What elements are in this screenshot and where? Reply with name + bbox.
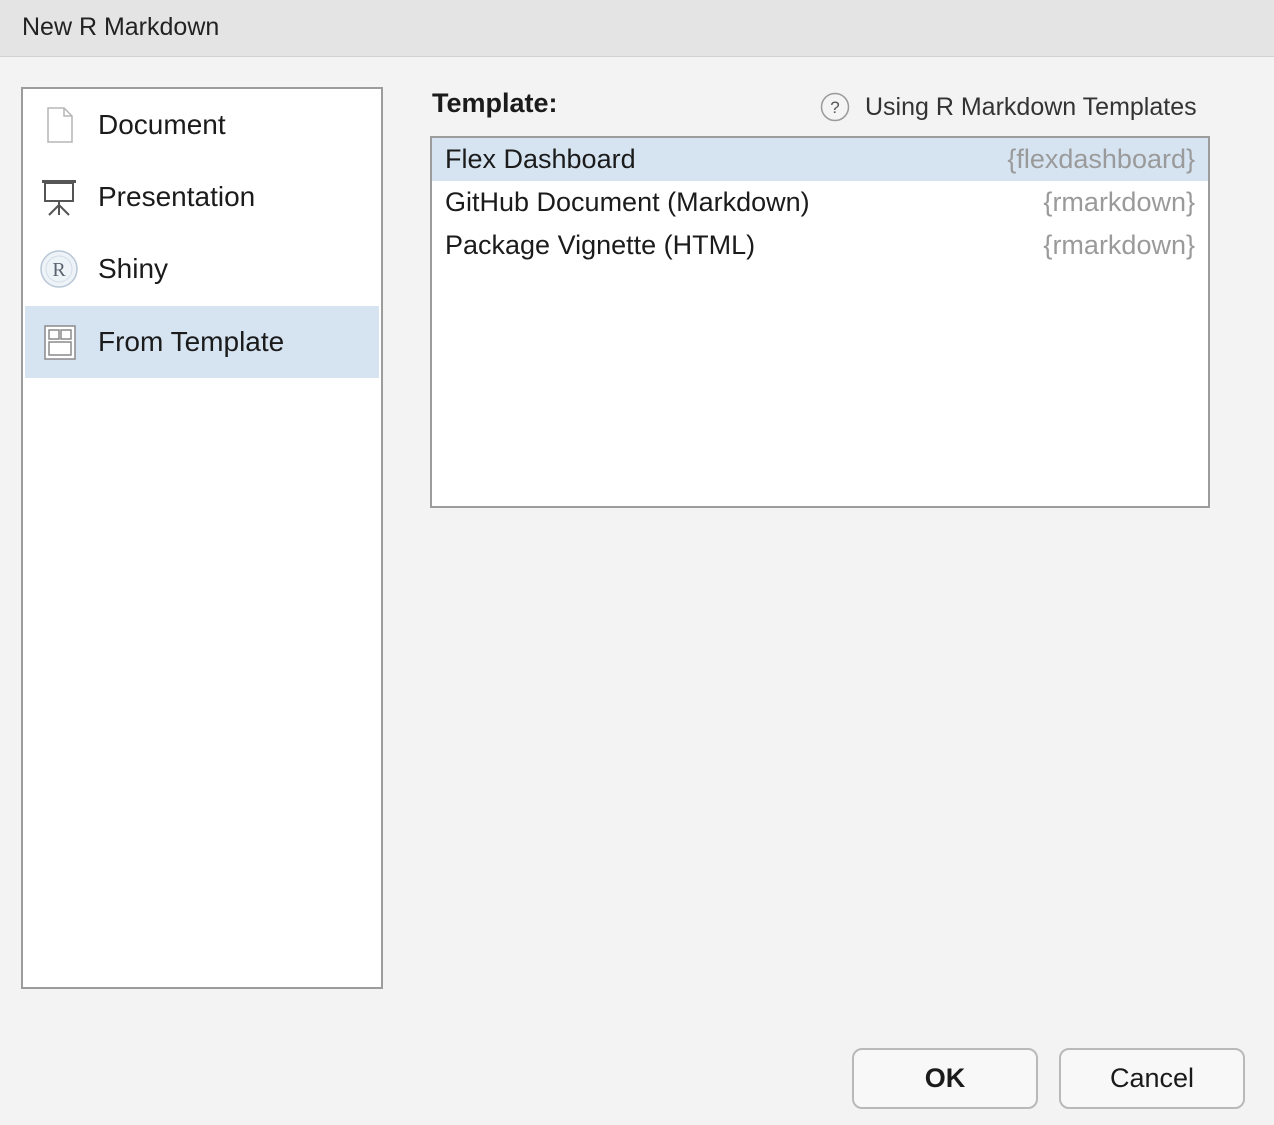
template-package: {rmarkdown} bbox=[1043, 187, 1195, 217]
sidebar-item-shiny[interactable]: R Shiny bbox=[25, 233, 379, 305]
template-list[interactable]: Flex Dashboard {flexdashboard} GitHub Do… bbox=[430, 136, 1210, 508]
dialog-title: New R Markdown bbox=[22, 13, 220, 41]
template-row-github-document[interactable]: GitHub Document (Markdown) {rmarkdown} bbox=[432, 181, 1208, 224]
sidebar-item-label: From Template bbox=[98, 326, 285, 357]
ok-button[interactable]: OK bbox=[852, 1048, 1038, 1109]
template-name: Flex Dashboard bbox=[445, 144, 636, 174]
svg-text:?: ? bbox=[830, 98, 839, 117]
sidebar-item-from-template[interactable]: From Template bbox=[25, 306, 379, 378]
presentation-icon bbox=[42, 180, 76, 216]
help-link-label[interactable]: Using R Markdown Templates bbox=[865, 93, 1197, 122]
question-icon: ? bbox=[820, 92, 850, 122]
sidebar-item-label: Document bbox=[98, 109, 226, 140]
template-heading: Template: bbox=[432, 88, 558, 118]
template-row-package-vignette[interactable]: Package Vignette (HTML) {rmarkdown} bbox=[432, 224, 1208, 267]
sidebar-item-document[interactable]: Document bbox=[25, 89, 379, 161]
sidebar-item-presentation[interactable]: Presentation bbox=[25, 161, 379, 233]
template-icon bbox=[44, 325, 76, 360]
templates-help-link[interactable]: ? Using R Markdown Templates bbox=[820, 90, 1212, 124]
svg-text:R: R bbox=[52, 259, 66, 281]
dialog-titlebar: New R Markdown bbox=[0, 0, 1274, 57]
template-name: Package Vignette (HTML) bbox=[445, 230, 756, 260]
template-package: {rmarkdown} bbox=[1043, 230, 1195, 260]
template-name: GitHub Document (Markdown) bbox=[445, 187, 810, 217]
template-package: {flexdashboard} bbox=[1007, 144, 1195, 174]
cancel-button[interactable]: Cancel bbox=[1059, 1048, 1245, 1109]
sidebar-item-label: Presentation bbox=[98, 181, 256, 212]
document-icon bbox=[47, 107, 73, 143]
sidebar-item-label: Shiny bbox=[98, 253, 169, 284]
shiny-r-icon: R bbox=[40, 250, 78, 288]
format-sidebar: Document Presentation R Shiny From Templ… bbox=[21, 87, 383, 989]
template-row-flex-dashboard[interactable]: Flex Dashboard {flexdashboard} bbox=[432, 138, 1208, 181]
